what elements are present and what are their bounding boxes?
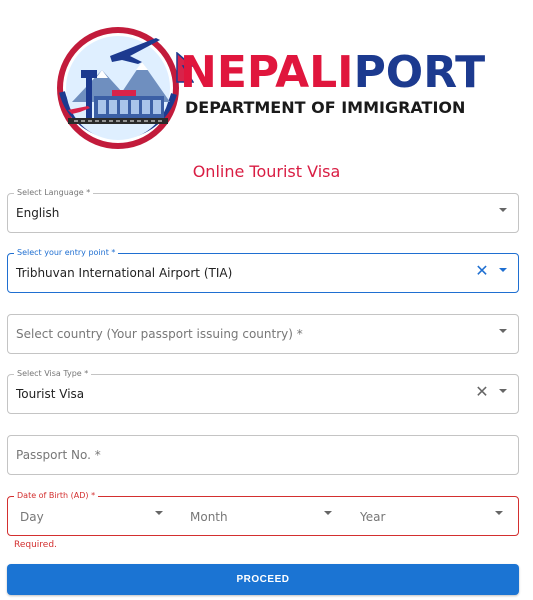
dob-year-select[interactable]: Year	[348, 497, 518, 537]
chevron-down-icon[interactable]	[499, 389, 507, 393]
dob-year-placeholder: Year	[360, 510, 386, 524]
chevron-down-icon[interactable]	[155, 511, 163, 515]
country-placeholder: Select country (Your passport issuing co…	[16, 327, 303, 341]
dob-month-select[interactable]: Month	[178, 497, 348, 537]
entry-point-value: Tribhuvan International Airport (TIA)	[16, 266, 233, 280]
date-of-birth-group: Date of Birth (AD) * Day Month Year	[7, 491, 519, 537]
close-icon[interactable]: ✕	[474, 263, 490, 279]
language-select[interactable]: Select Language * English	[7, 188, 519, 233]
brand-subtitle: DEPARTMENT OF IMMIGRATION	[185, 98, 466, 117]
entry-point-select[interactable]: Select your entry point * Tribhuvan Inte…	[7, 248, 519, 293]
language-label: Select Language *	[14, 188, 94, 198]
country-select[interactable]: Select country (Your passport issuing co…	[7, 314, 519, 354]
language-value: English	[16, 206, 60, 220]
page-title: Online Tourist Visa	[192, 162, 341, 181]
passport-number-input[interactable]: Passport No. *	[7, 435, 519, 475]
dob-day-select[interactable]: Day	[8, 497, 178, 537]
dob-error-text: Required.	[14, 540, 57, 550]
entry-point-label: Select your entry point *	[14, 248, 119, 258]
proceed-button[interactable]: PROCEED	[7, 564, 519, 595]
chevron-down-icon[interactable]	[499, 268, 507, 272]
chevron-down-icon[interactable]	[499, 329, 507, 333]
close-icon[interactable]: ✕	[474, 384, 490, 400]
brand-title-red: NEPALI	[180, 47, 354, 98]
nepaliport-logo: NEPALIPORT DEPARTMENT OF IMMIGRATION	[52, 22, 485, 150]
visa-type-label: Select Visa Type *	[14, 369, 92, 379]
visa-type-value: Tourist Visa	[16, 387, 85, 401]
chevron-down-icon[interactable]	[324, 511, 332, 515]
dob-day-placeholder: Day	[20, 510, 44, 524]
brand-title-blue: PORT	[353, 47, 486, 98]
passport-placeholder: Passport No. *	[16, 448, 101, 462]
emblem-icon	[57, 27, 179, 149]
visa-type-select[interactable]: Select Visa Type * Tourist Visa ✕	[7, 369, 519, 414]
chevron-down-icon[interactable]	[499, 208, 507, 212]
chevron-down-icon[interactable]	[495, 511, 503, 515]
dob-month-placeholder: Month	[190, 510, 228, 524]
brand-text: NEPALIPORT DEPARTMENT OF IMMIGRATION	[180, 47, 485, 118]
brand-title: NEPALIPORT	[180, 47, 485, 98]
